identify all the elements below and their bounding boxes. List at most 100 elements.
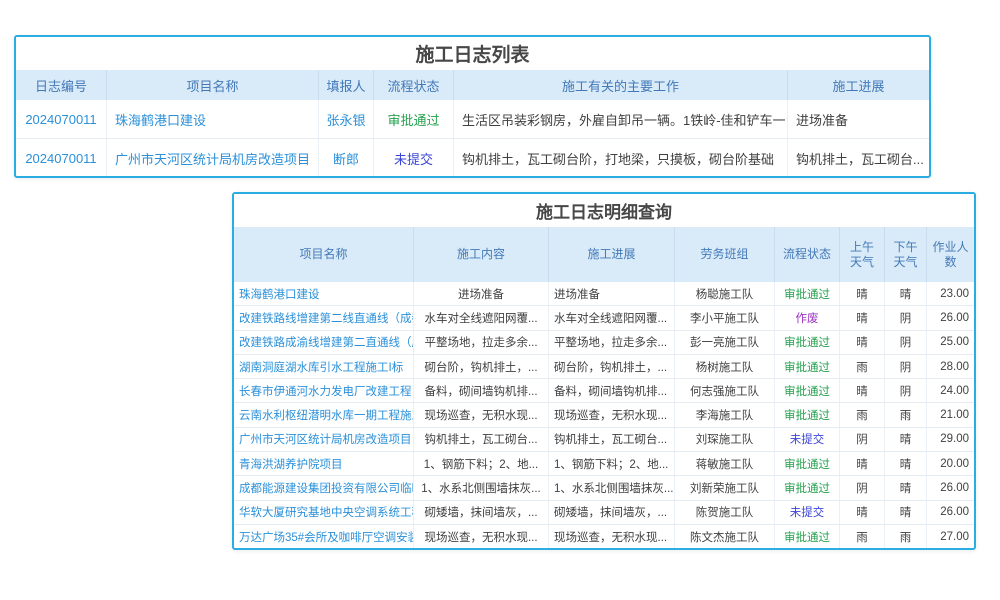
project-name-link[interactable]: 改建铁路成渝线增建第二直通线（成渝 [234, 331, 414, 355]
am-weather-text: 阴 [840, 476, 885, 500]
log-list-title: 施工日志列表 [16, 37, 929, 70]
project-name-link[interactable]: 广州市天河区统计局机房改造项目 [107, 139, 319, 178]
labor-team-text: 李海施工队 [675, 403, 775, 427]
log-detail-row: 改建铁路线增建第二线直通线（成都-水车对全线遮阳网覆...水车对全线遮阳网覆..… [234, 306, 974, 330]
log-list-row: 2024070011珠海鹤港口建设张永银审批通过生活区吊装彩钢房，外雇自卸吊一辆… [16, 100, 929, 139]
project-name-link[interactable]: 长春市伊通河水力发电厂改建工程 [234, 379, 414, 403]
main-work-text: 生活区吊装彩钢房，外雇自卸吊一辆。1铁岭-佳和铲车一台 [454, 100, 788, 139]
work-content-text: 现场巡查，无积水现... [414, 403, 549, 427]
work-content-text: 钩机排土，瓦工砌台... [414, 428, 549, 452]
log-detail-title: 施工日志明细查询 [234, 194, 974, 227]
log-list-panel: 施工日志列表 日志编号 项目名称 填报人 流程状态 施工有关的主要工作 施工进展… [14, 35, 931, 178]
pm-weather-text: 晴 [885, 428, 927, 452]
labor-team-text: 杨树施工队 [675, 355, 775, 379]
project-name-link[interactable]: 万达广场35#会所及咖啡厅空调安装工 [234, 525, 414, 549]
work-content-text: 砌台阶，钩机排土，... [414, 355, 549, 379]
labor-team-text: 陈文杰施工队 [675, 525, 775, 549]
column-header-am-weather: 上午 天气 [840, 227, 885, 282]
project-name-link[interactable]: 改建铁路线增建第二线直通线（成都- [234, 306, 414, 330]
pm-weather-text: 雨 [885, 403, 927, 427]
column-header-labor-team: 劳务班组 [675, 227, 775, 282]
pm-weather-text: 阴 [885, 379, 927, 403]
main-work-text: 钩机排土，瓦工砌台阶，打地梁，只摸板，砌台阶基础 [454, 139, 788, 178]
am-weather-text: 晴 [840, 452, 885, 476]
am-weather-text: 雨 [840, 355, 885, 379]
column-header-progress: 施工进展 [788, 70, 929, 100]
log-list-row: 2024070011广州市天河区统计局机房改造项目断郎未提交钩机排土，瓦工砌台阶… [16, 139, 929, 178]
reporter-link[interactable]: 张永银 [319, 100, 374, 139]
am-weather-text: 雨 [840, 525, 885, 549]
pm-weather-text: 晴 [885, 282, 927, 306]
log-detail-row: 云南水利枢纽潜明水库一期工程施工I现场巡查，无积水现...现场巡查，无积水现..… [234, 403, 974, 427]
project-name-link[interactable]: 广州市天河区统计局机房改造项目 [234, 428, 414, 452]
project-name-link[interactable]: 青海洪湖养护院项目 [234, 452, 414, 476]
worker-count-text: 28.00 [927, 355, 974, 379]
pm-weather-text: 雨 [885, 525, 927, 549]
flow-status-text: 审批通过 [775, 525, 840, 549]
worker-count-text: 20.00 [927, 452, 974, 476]
log-number-link[interactable]: 2024070011 [16, 100, 107, 139]
am-weather-text: 晴 [840, 501, 885, 525]
flow-status-text: 审批通过 [374, 100, 454, 139]
column-header-work-content: 施工内容 [414, 227, 549, 282]
log-detail-row: 青海洪湖养护院项目1、钢筋下料；2、地...1、钢筋下料；2、地...蒋敏施工队… [234, 452, 974, 476]
log-detail-row: 成都能源建设集团投资有限公司临时办1、水系北侧围墙抹灰...1、水系北侧围墙抹灰… [234, 476, 974, 500]
column-header-project-name: 项目名称 [234, 227, 414, 282]
column-header-worker-count: 作业人 数 [927, 227, 974, 282]
flow-status-text: 未提交 [775, 501, 840, 525]
work-content-text: 水车对全线遮阳网覆... [414, 306, 549, 330]
labor-team-text: 陈贺施工队 [675, 501, 775, 525]
column-header-progress: 施工进展 [549, 227, 675, 282]
project-name-link[interactable]: 云南水利枢纽潜明水库一期工程施工I [234, 403, 414, 427]
worker-count-text: 29.00 [927, 428, 974, 452]
work-content-text: 平整场地，拉走多余... [414, 331, 549, 355]
log-list-body: 2024070011珠海鹤港口建设张永银审批通过生活区吊装彩钢房，外雇自卸吊一辆… [16, 100, 929, 178]
am-weather-text: 晴 [840, 306, 885, 330]
column-header-log-number: 日志编号 [16, 70, 107, 100]
log-detail-body: 珠海鹤港口建设进场准备进场准备杨聪施工队审批通过晴晴23.00改建铁路线增建第二… [234, 282, 974, 549]
worker-count-text: 26.00 [927, 476, 974, 500]
work-content-text: 现场巡查，无积水现... [414, 525, 549, 549]
progress-text: 进场准备 [549, 282, 675, 306]
column-header-project-name: 项目名称 [107, 70, 319, 100]
log-detail-row: 珠海鹤港口建设进场准备进场准备杨聪施工队审批通过晴晴23.00 [234, 282, 974, 306]
log-detail-row: 改建铁路成渝线增建第二直通线（成渝平整场地，拉走多余...平整场地，拉走多余..… [234, 331, 974, 355]
pm-weather-text: 晴 [885, 501, 927, 525]
project-name-link[interactable]: 华软大厦研究基地中央空调系统工程 [234, 501, 414, 525]
am-weather-text: 阴 [840, 428, 885, 452]
reporter-link[interactable]: 断郎 [319, 139, 374, 178]
pm-weather-text: 晴 [885, 452, 927, 476]
flow-status-text: 审批通过 [775, 403, 840, 427]
am-weather-text: 雨 [840, 403, 885, 427]
column-header-flow-status: 流程状态 [775, 227, 840, 282]
log-number-link[interactable]: 2024070011 [16, 139, 107, 178]
work-content-text: 备料，砌间墙钩机排... [414, 379, 549, 403]
labor-team-text: 杨聪施工队 [675, 282, 775, 306]
am-weather-text: 晴 [840, 331, 885, 355]
flow-status-text: 审批通过 [775, 476, 840, 500]
progress-text: 进场准备 [788, 100, 929, 139]
pm-weather-text: 阴 [885, 355, 927, 379]
project-name-link[interactable]: 珠海鹤港口建设 [107, 100, 319, 139]
labor-team-text: 何志强施工队 [675, 379, 775, 403]
flow-status-text: 审批通过 [775, 379, 840, 403]
progress-text: 1、钢筋下料；2、地... [549, 452, 675, 476]
project-name-link[interactable]: 成都能源建设集团投资有限公司临时办 [234, 476, 414, 500]
worker-count-text: 26.00 [927, 306, 974, 330]
log-detail-row: 华软大厦研究基地中央空调系统工程砌矮墙，抹间墙灰，...砌矮墙，抹间墙灰，...… [234, 501, 974, 525]
worker-count-text: 21.00 [927, 403, 974, 427]
log-detail-row: 广州市天河区统计局机房改造项目钩机排土，瓦工砌台...钩机排土，瓦工砌台...刘… [234, 428, 974, 452]
flow-status-text: 审批通过 [775, 452, 840, 476]
flow-status-text: 未提交 [374, 139, 454, 178]
work-content-text: 1、水系北侧围墙抹灰... [414, 476, 549, 500]
progress-text: 现场巡查，无积水现... [549, 403, 675, 427]
project-name-link[interactable]: 湖南洞庭湖水库引水工程施工I标 [234, 355, 414, 379]
worker-count-text: 24.00 [927, 379, 974, 403]
work-content-text: 进场准备 [414, 282, 549, 306]
progress-text: 现场巡查，无积水现... [549, 525, 675, 549]
progress-text: 钩机排土，瓦工砌台... [549, 428, 675, 452]
project-name-link[interactable]: 珠海鹤港口建设 [234, 282, 414, 306]
progress-text: 砌台阶，钩机排土，... [549, 355, 675, 379]
column-header-main-work: 施工有关的主要工作 [454, 70, 788, 100]
log-detail-row: 万达广场35#会所及咖啡厅空调安装工现场巡查，无积水现...现场巡查，无积水现.… [234, 525, 974, 549]
